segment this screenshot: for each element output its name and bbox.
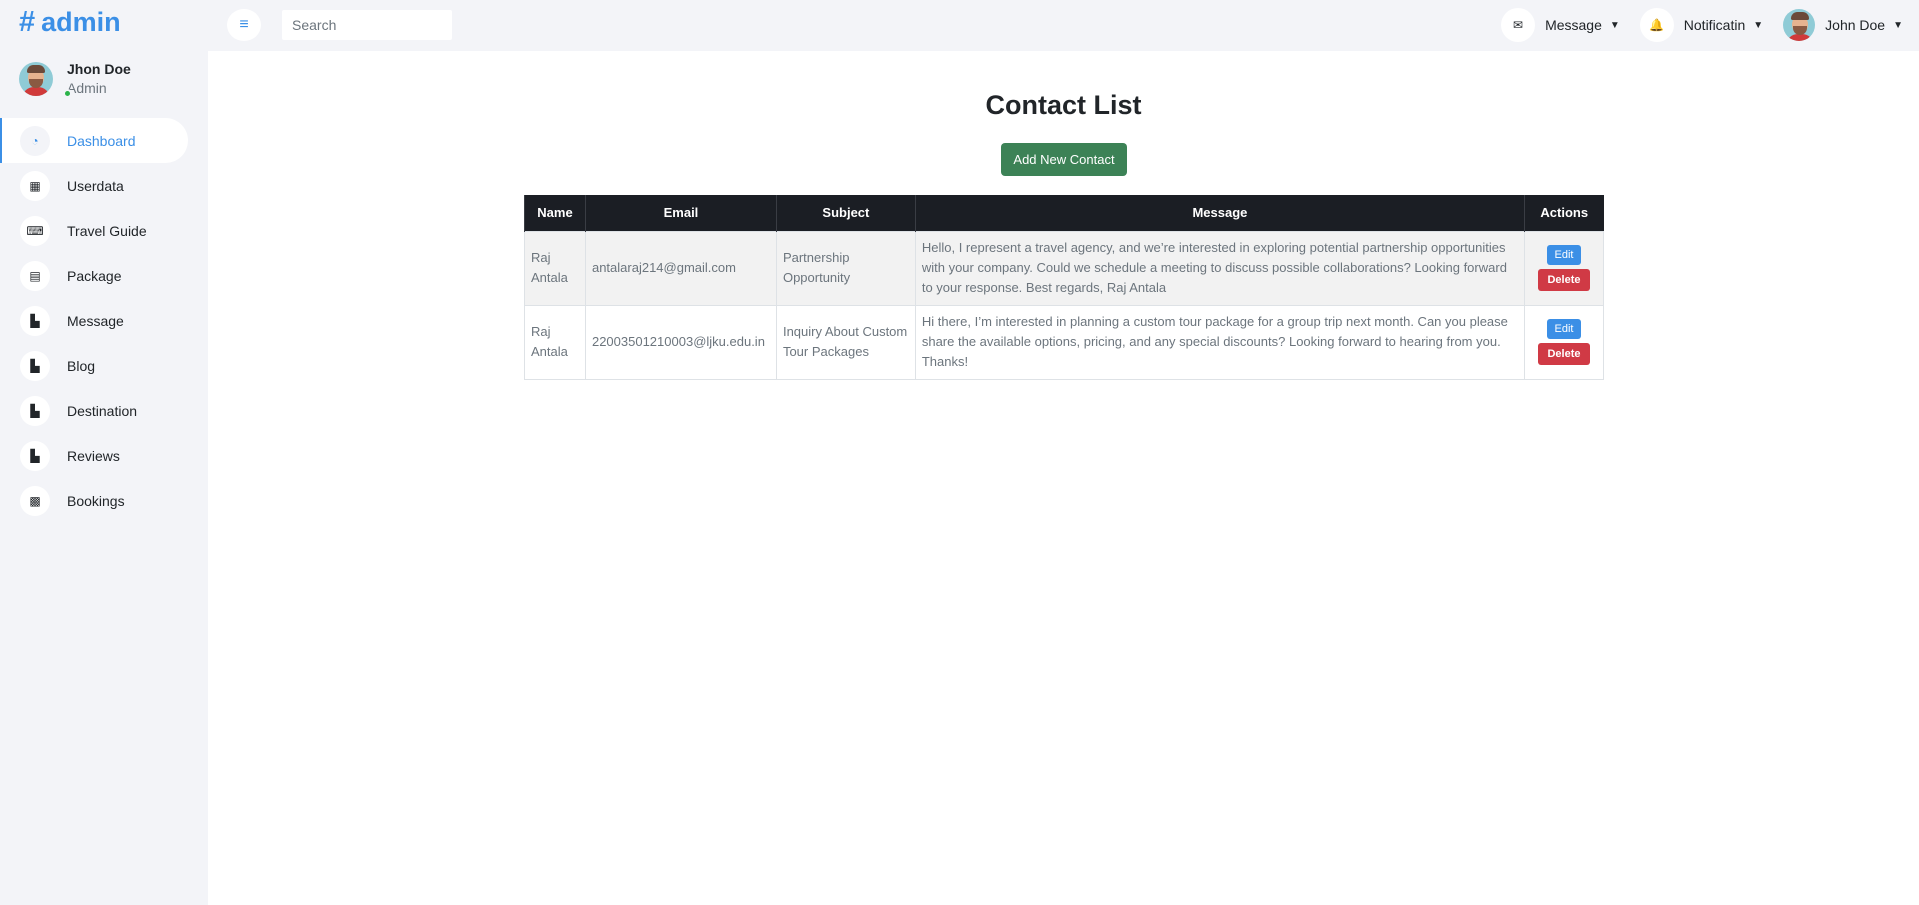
- bell-icon: 🔔: [1639, 8, 1674, 42]
- user-dropdown[interactable]: John Doe ▼: [1783, 9, 1903, 41]
- topbar-right: ✉ Message ▼ 🔔 Notificatin ▼ John Doe ▼: [1481, 6, 1903, 44]
- delete-button[interactable]: Delete: [1538, 343, 1590, 365]
- column-header-name: Name: [524, 195, 586, 231]
- avatar: [19, 61, 53, 96]
- table-row: Raj Antala antalaraj214@gmail.com Partne…: [524, 230, 1605, 306]
- sidebar-item-label: Blog: [67, 357, 96, 374]
- sidebar-item-message[interactable]: ▙ Message: [0, 298, 208, 343]
- chart-icon: ▙: [20, 395, 50, 426]
- avatar: [1783, 9, 1816, 41]
- chevron-down-icon: ▼: [1753, 19, 1764, 31]
- main-content: Contact List Add New Contact Name Email …: [208, 51, 1919, 905]
- add-contact-button[interactable]: Add New Contact: [1001, 143, 1127, 176]
- cell-actions: Edit Delete: [1523, 304, 1605, 380]
- chevron-down-icon: ▼: [1609, 19, 1620, 31]
- column-header-message: Message: [914, 195, 1525, 231]
- sidebar-item-label: Reviews: [67, 447, 120, 464]
- cell-subject: Partnership Opportunity: [775, 230, 916, 306]
- sidebar-item-travel-guide[interactable]: ⌨ Travel Guide: [0, 208, 208, 253]
- sidebar-nav: ◔ Dashboard ▦ Userdata ⌨ Travel Guide ▤ …: [0, 118, 208, 523]
- keyboard-icon: ⌨: [20, 215, 50, 246]
- message-label: Message: [1545, 17, 1602, 33]
- sidebar-item-label: Travel Guide: [67, 222, 147, 239]
- sidebar-item-destination[interactable]: ▙ Destination: [0, 388, 208, 433]
- profile-name: Jhon Doe: [67, 61, 131, 77]
- chevron-down-icon: ▼: [1893, 19, 1903, 31]
- brand-logo[interactable]: # admin: [19, 6, 121, 39]
- chart-icon: ▙: [20, 305, 50, 336]
- cell-name: Raj Antala: [524, 304, 586, 380]
- column-header-subject: Subject: [775, 195, 916, 231]
- delete-button[interactable]: Delete: [1538, 269, 1590, 291]
- sidebar-item-blog[interactable]: ▙ Blog: [0, 343, 208, 388]
- gauge-icon: ◔: [20, 125, 50, 156]
- sidebar-item-label: Bookings: [67, 492, 125, 509]
- sidebar-profile: Jhon Doe Admin: [19, 61, 131, 98]
- cell-message: Hi there, I’m interested in planning a c…: [914, 304, 1525, 380]
- cell-actions: Edit Delete: [1523, 230, 1605, 306]
- chart-icon: ▙: [20, 350, 50, 381]
- hash-icon: #: [19, 6, 36, 38]
- grid-icon: ▦: [20, 170, 50, 201]
- sidebar-item-label: Dashboard: [67, 132, 136, 149]
- chart-icon: ▙: [20, 440, 50, 471]
- user-label: John Doe: [1825, 17, 1886, 33]
- sidebar-item-label: Destination: [67, 402, 138, 419]
- online-status-icon: [63, 89, 72, 98]
- cell-subject: Inquiry About Custom Tour Packages: [775, 304, 916, 380]
- sidebar-item-label: Userdata: [67, 177, 124, 194]
- column-header-email: Email: [584, 195, 777, 231]
- cell-email: 22003501210003@ljku.edu.in: [584, 304, 777, 380]
- sidebar-item-dashboard[interactable]: ◔ Dashboard: [0, 118, 188, 163]
- sidebar-item-label: Package: [67, 267, 122, 284]
- contact-table: Name Email Subject Message Actions Raj A…: [524, 195, 1605, 380]
- envelope-icon: ✉: [1501, 8, 1536, 42]
- notification-label: Notificatin: [1683, 17, 1746, 33]
- table-icon: ▤: [20, 260, 50, 291]
- table-row: Raj Antala 22003501210003@ljku.edu.in In…: [524, 304, 1605, 380]
- sidebar-item-reviews[interactable]: ▙ Reviews: [0, 433, 208, 478]
- column-header-actions: Actions: [1523, 195, 1604, 231]
- menu-icon: ≡: [239, 16, 249, 33]
- topbar: ≡ ✉ Message ▼ 🔔 Notificatin ▼ John Doe ▼: [208, 0, 1919, 51]
- cell-email: antalaraj214@gmail.com: [584, 230, 777, 306]
- profile-role: Admin: [67, 80, 107, 96]
- cell-name: Raj Antala: [524, 230, 586, 306]
- cell-message: Hello, I represent a travel agency, and …: [914, 230, 1525, 306]
- sidebar-item-userdata[interactable]: ▦ Userdata: [0, 163, 208, 208]
- sidebar: # admin Jhon Doe Admin ◔ Dashboard ▦ Use…: [0, 0, 208, 905]
- table-header-row: Name Email Subject Message Actions: [524, 195, 1604, 231]
- edit-button[interactable]: Edit: [1546, 319, 1582, 339]
- sidebar-item-package[interactable]: ▤ Package: [0, 253, 208, 298]
- brand-text: admin: [41, 7, 121, 37]
- calendar-icon: ▩: [20, 485, 50, 516]
- sidebar-item-label: Message: [67, 312, 124, 329]
- sidebar-item-bookings[interactable]: ▩ Bookings: [0, 478, 208, 523]
- page-title: Contact List: [985, 90, 1142, 120]
- search-input[interactable]: [282, 10, 452, 40]
- message-dropdown[interactable]: ✉ Message ▼: [1501, 8, 1620, 42]
- notification-dropdown[interactable]: 🔔 Notificatin ▼: [1639, 8, 1764, 42]
- sidebar-toggle-button[interactable]: ≡: [227, 9, 261, 41]
- edit-button[interactable]: Edit: [1546, 245, 1582, 265]
